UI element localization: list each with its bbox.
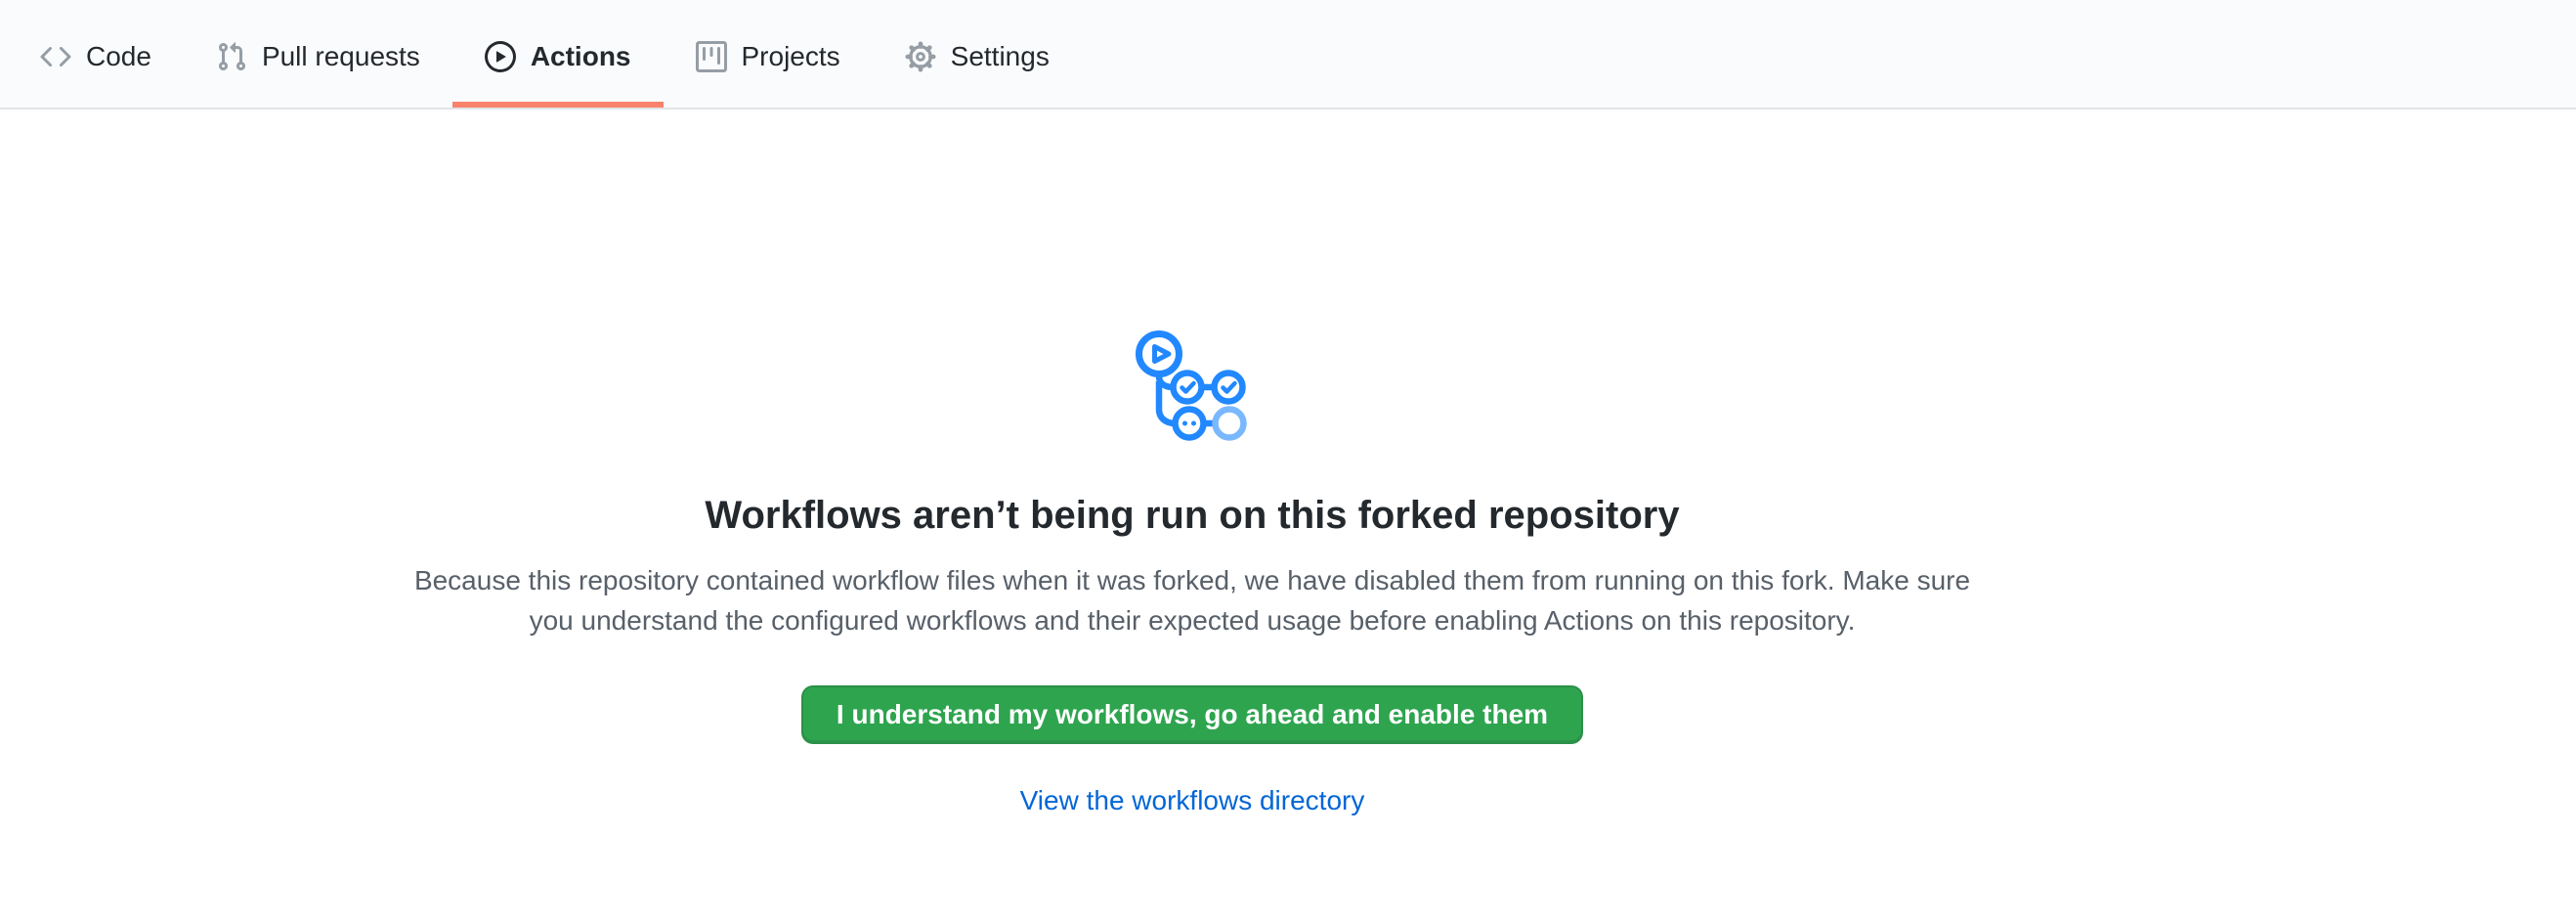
tab-label: Settings	[951, 43, 1050, 70]
tab-projects[interactable]: Projects	[664, 0, 873, 108]
tab-settings[interactable]: Settings	[873, 0, 1082, 108]
project-icon	[696, 41, 727, 72]
gear-icon	[905, 41, 936, 72]
code-icon	[40, 41, 71, 72]
play-icon	[485, 41, 516, 72]
tab-label: Code	[86, 43, 151, 70]
view-workflows-directory-link[interactable]: View the workflows directory	[1020, 785, 1365, 816]
tab-code[interactable]: Code	[8, 0, 184, 108]
repo-nav: Code Pull requests Actions Projects	[0, 0, 2576, 110]
tab-pull-requests[interactable]: Pull requests	[184, 0, 452, 108]
tab-label: Actions	[531, 43, 631, 70]
enable-workflows-button[interactable]: I understand my workflows, go ahead and …	[801, 685, 1583, 744]
actions-blankslate: Workflows aren’t being run on this forke…	[0, 110, 2384, 816]
blankslate-heading: Workflows aren’t being run on this forke…	[705, 492, 1679, 539]
blankslate-description: Because this repository contained workfl…	[401, 560, 1984, 640]
tab-label: Pull requests	[262, 43, 420, 70]
tab-label: Projects	[742, 43, 840, 70]
git-pull-request-icon	[216, 41, 247, 72]
workflow-graph-icon	[1136, 330, 1249, 443]
tab-actions[interactable]: Actions	[452, 0, 664, 108]
